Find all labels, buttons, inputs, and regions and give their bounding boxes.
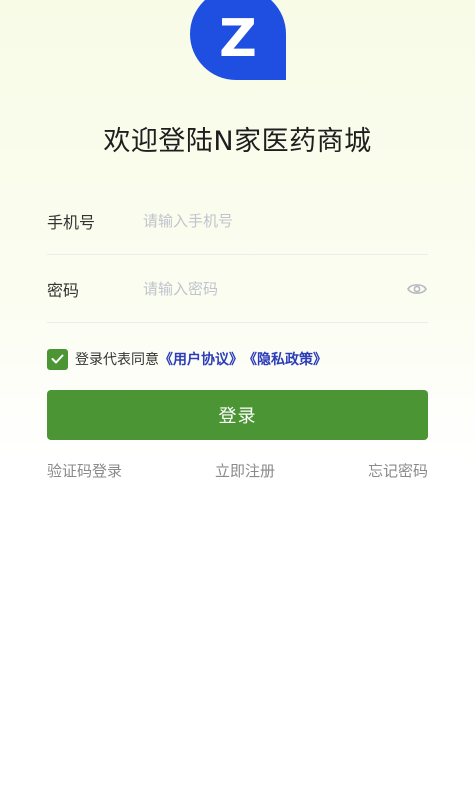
check-icon <box>51 354 64 364</box>
password-label: 密码 <box>47 280 80 300</box>
eye-icon[interactable] <box>406 278 428 300</box>
app-logo: Z <box>190 0 286 80</box>
password-row: 密码 <box>47 255 428 323</box>
agreement-text: 登录代表同意 <box>75 352 159 368</box>
agreement-checkbox[interactable] <box>47 348 68 370</box>
phone-label: 手机号 <box>47 212 96 232</box>
logo-letter: Z <box>219 9 257 69</box>
privacy-policy-link[interactable]: 《隐私政策》 <box>243 349 327 369</box>
phone-input[interactable] <box>143 211 428 230</box>
user-agreement-link[interactable]: 《用户协议》 <box>159 349 243 369</box>
page-title: 欢迎登陆N家医药商城 <box>103 126 372 157</box>
agreement-row: 登录代表同意 《用户协议》 《隐私政策》 <box>47 347 327 371</box>
register-link[interactable]: 立即注册 <box>215 460 275 481</box>
bottom-links: 验证码登录 立即注册 忘记密码 <box>47 460 428 481</box>
sms-login-link[interactable]: 验证码登录 <box>47 460 122 481</box>
login-button[interactable]: 登录 <box>47 390 428 440</box>
forgot-password-link[interactable]: 忘记密码 <box>368 460 428 481</box>
phone-row: 手机号 <box>47 187 428 255</box>
password-input[interactable] <box>143 279 406 298</box>
